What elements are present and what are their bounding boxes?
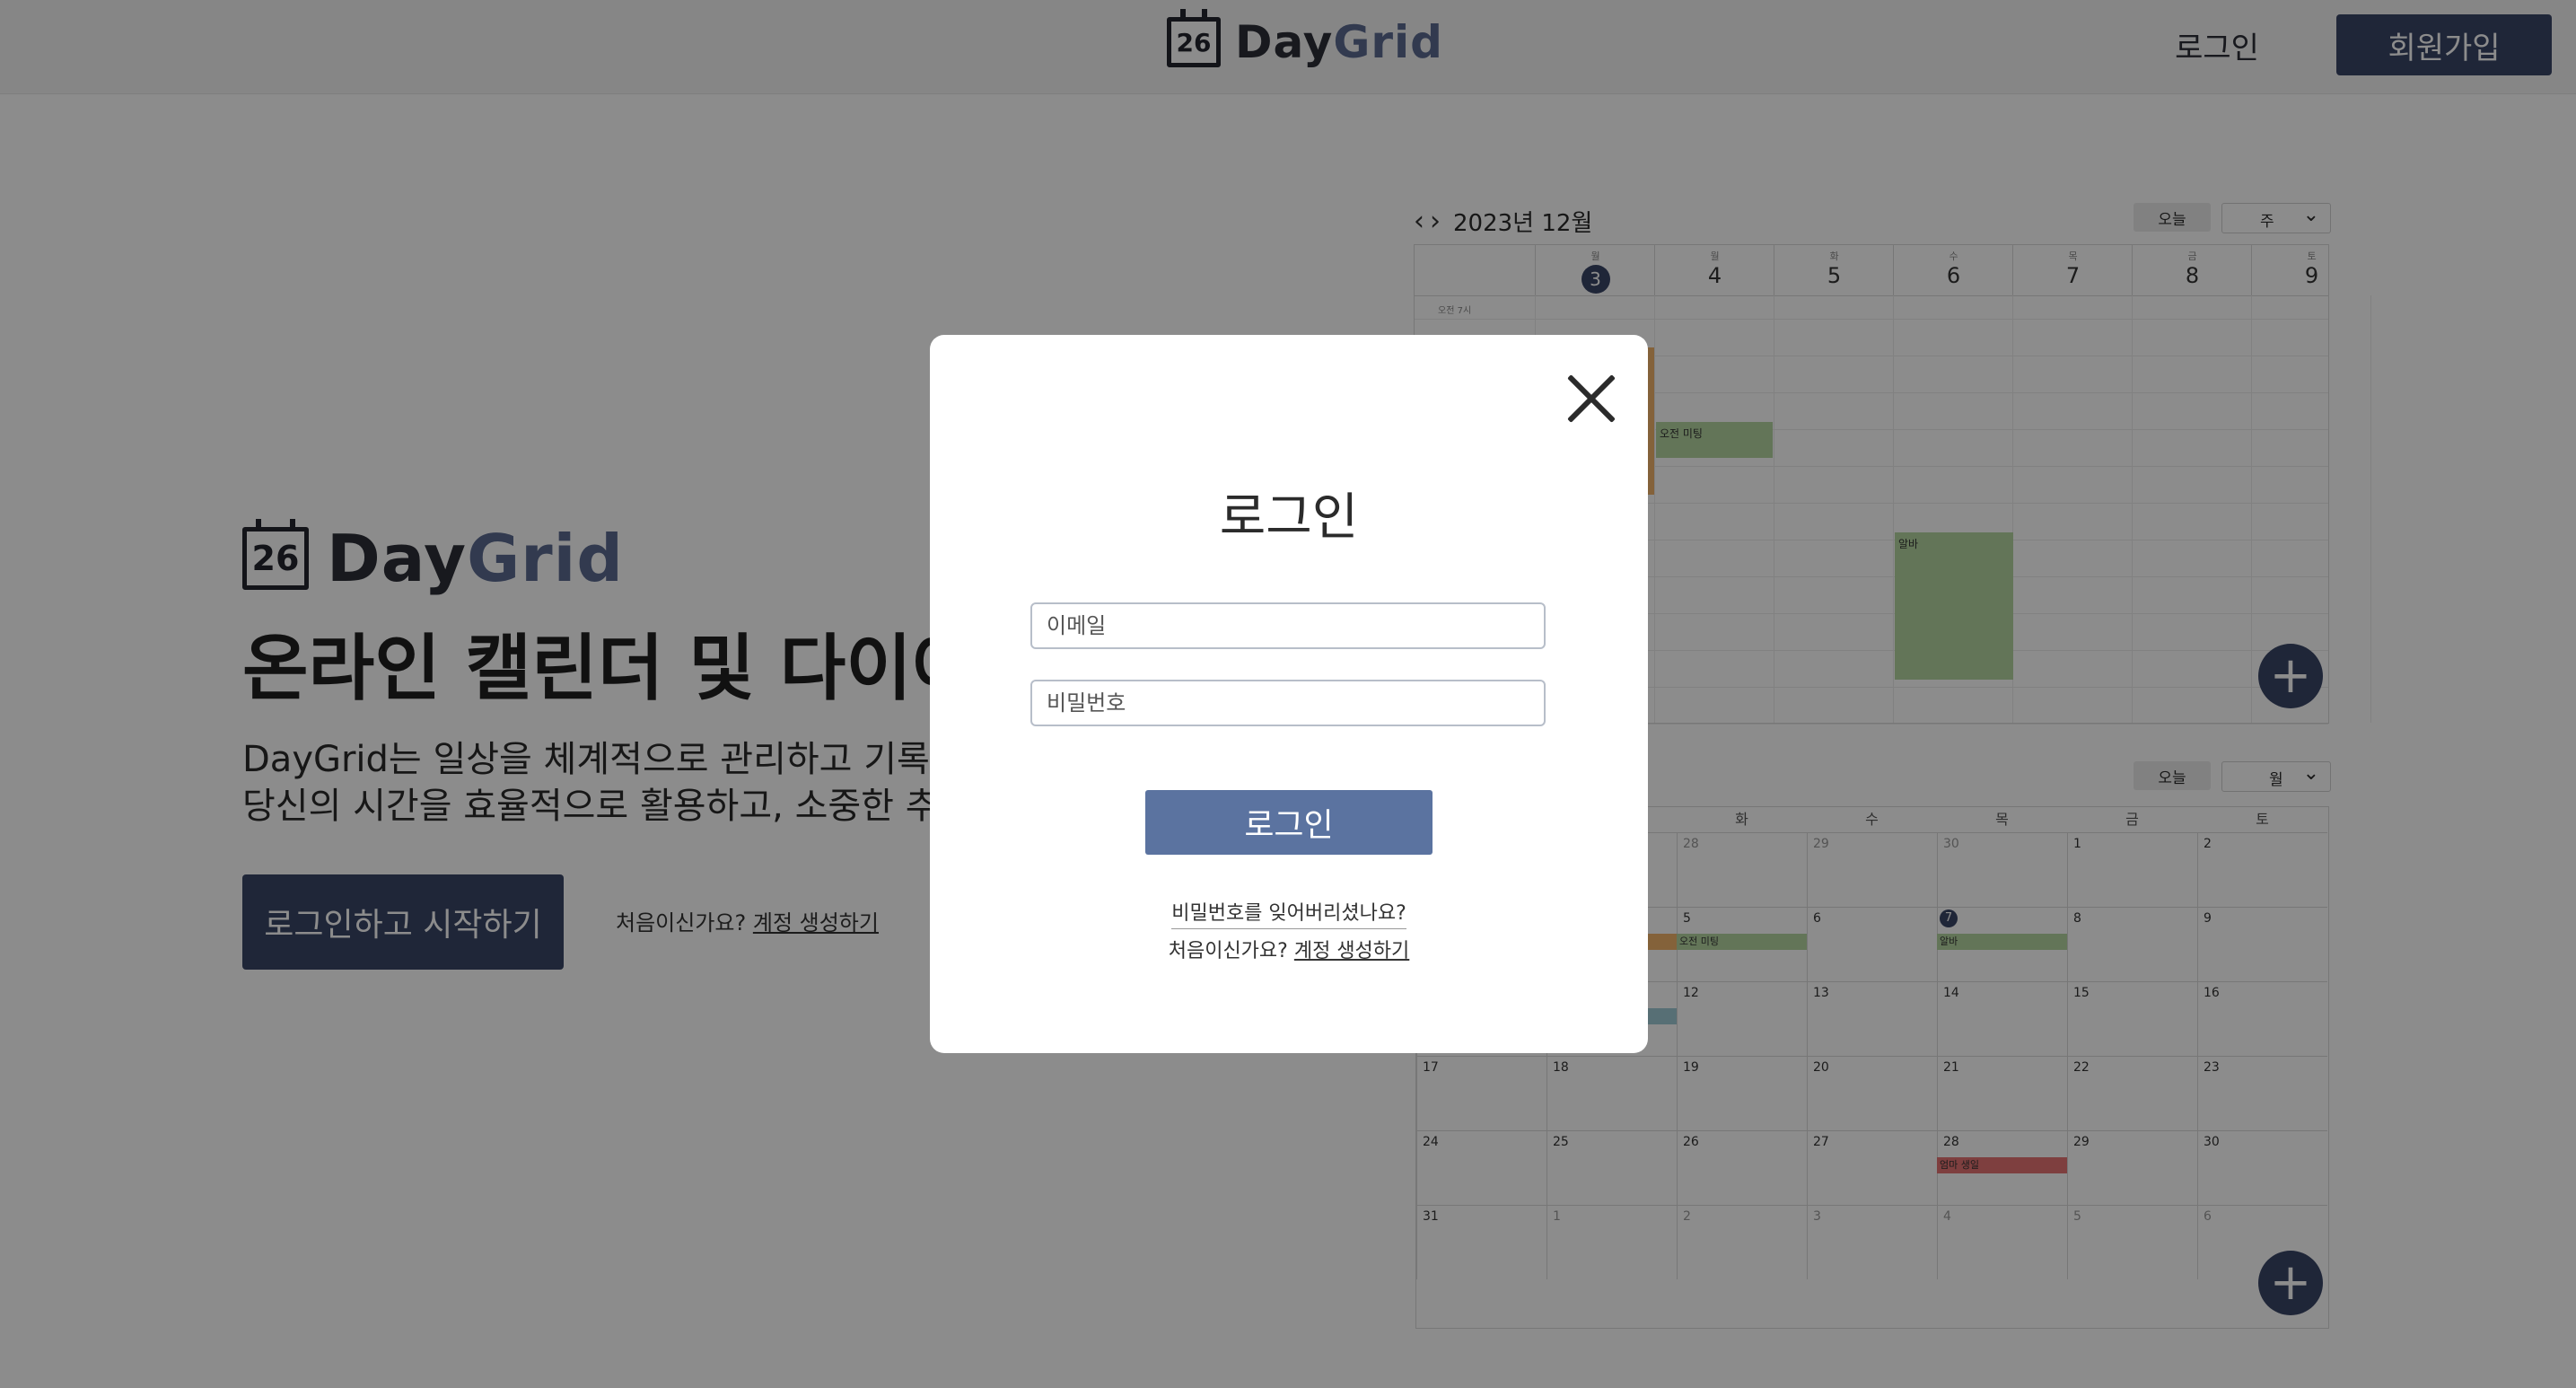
password-field[interactable] <box>1030 680 1546 726</box>
modal-signup-prompt: 처음이신가요? 계정 생성하기 <box>1168 940 1410 962</box>
modal-title: 로그인 <box>1219 488 1359 547</box>
forgot-password-row: 비밀번호를 잊어버리셨나요? <box>930 897 1648 929</box>
forgot-password-link[interactable]: 비밀번호를 잊어버리셨나요? <box>1171 902 1406 929</box>
close-icon[interactable] <box>1564 371 1619 426</box>
email-field[interactable] <box>1030 602 1546 649</box>
login-submit-button[interactable]: 로그인 <box>1145 790 1433 855</box>
modal-create-account-link[interactable]: 계정 생성하기 <box>1294 940 1409 962</box>
login-modal: 로그인 로그인 비밀번호를 잊어버리셨나요? 처음이신가요? 계정 생성하기 <box>930 335 1648 1053</box>
